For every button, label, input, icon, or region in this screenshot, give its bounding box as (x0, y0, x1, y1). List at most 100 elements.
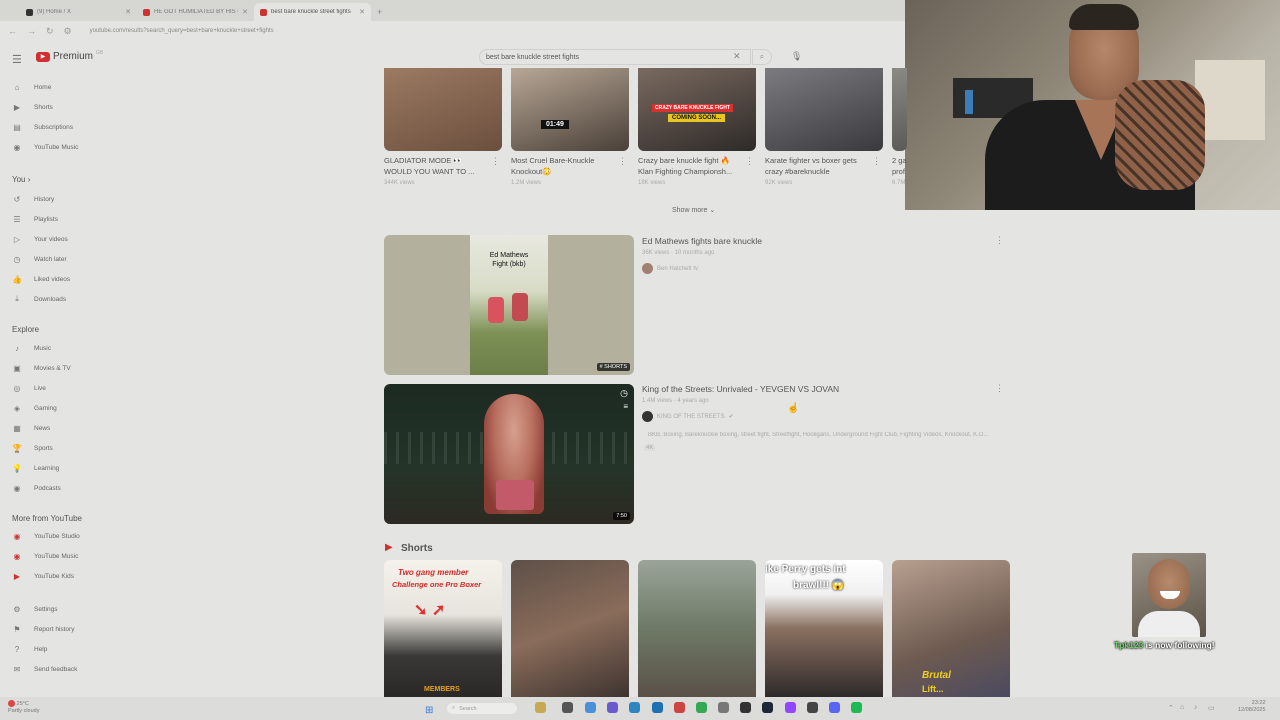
file-explorer-icon[interactable] (535, 702, 546, 713)
weather-widget[interactable]: 25°C Partly cloudy (8, 700, 40, 715)
show-more-button[interactable]: Show more ⌄ (672, 206, 715, 214)
channel-row[interactable]: KING OF THE STREETS ✔ (642, 411, 734, 422)
video-title[interactable]: 2 ga prof (892, 155, 907, 177)
copilot-icon[interactable] (607, 702, 618, 713)
back-icon[interactable]: ← (8, 26, 17, 36)
close-icon[interactable]: ✕ (359, 8, 365, 16)
sidebar-item-playlists[interactable]: ☰ Playlists (12, 212, 57, 226)
sidebar-item-settings[interactable]: ⚙ Settings (12, 602, 57, 616)
battery-icon[interactable]: ▭ (1208, 704, 1215, 712)
sidebar-item-live[interactable]: ◎ Live (12, 381, 46, 395)
url-field[interactable]: youtube.com/results?search_query=best+ba… (90, 28, 274, 34)
sidebar-item-home[interactable]: ⌂ Home (12, 80, 52, 94)
sidebar-item-history[interactable]: ↺ History (12, 192, 55, 206)
sidebar-item-youtube-music[interactable]: ◉ YouTube Music (12, 549, 79, 563)
sidebar-item-label: Sports (34, 444, 53, 452)
video-thumbnail[interactable]: ◷ ≡ 7:50 (384, 384, 634, 524)
sidebar-item-youtube-kids[interactable]: ▶ YouTube Kids (12, 569, 74, 583)
video-thumbnail[interactable]: CRAZY BARE KNUCKLE FIGHT COMING SOON... (638, 68, 756, 151)
hamburger-menu-icon[interactable]: ☰ (12, 53, 22, 66)
search-input[interactable]: best bare knuckle street fights (479, 49, 751, 65)
channel-row[interactable]: Ben Hatchett tv (642, 263, 698, 274)
more-options-icon[interactable]: ⋮ (995, 235, 1004, 246)
shorts-thumbnail[interactable]: ike Perry gets int brawl!!! 😱 (765, 560, 883, 697)
reload-icon[interactable]: ↻ (46, 26, 54, 37)
shorts-thumbnail[interactable] (511, 560, 629, 697)
photos-icon[interactable] (585, 702, 596, 713)
movies-icon: ▣ (13, 363, 21, 373)
windows-start-icon[interactable]: ⊞ (425, 705, 433, 716)
network-icon[interactable]: ⌂ (1180, 704, 1184, 711)
sidebar-item-liked-videos[interactable]: 👍 Liked videos (12, 272, 70, 286)
windows-taskbar: 25°C Partly cloudy (0, 697, 1280, 720)
microphone-icon[interactable]: 🎙 (791, 51, 802, 62)
store-icon[interactable] (674, 702, 685, 713)
search-button[interactable]: ⌕ (752, 49, 772, 65)
add-to-queue-icon[interactable]: ≡ (623, 402, 628, 411)
video-title[interactable]: Ed Mathews fights bare knuckle (642, 236, 762, 247)
twitch-icon[interactable] (785, 702, 796, 713)
video-title[interactable]: Karate fighter vs boxer gets crazy #barek… (765, 155, 870, 177)
browser-tab[interactable]: (9) Home / X ✕ (20, 3, 137, 21)
sidebar-item-youtube-music[interactable]: ◉ YouTube Music (12, 140, 79, 154)
task-view-icon[interactable] (562, 702, 573, 713)
edge-icon[interactable] (629, 702, 640, 713)
sidebar-item-subscriptions[interactable]: ▤ Subscriptions (12, 120, 73, 134)
sidebar-item-report-history[interactable]: ⚑ Report history (12, 622, 74, 636)
more-options-icon[interactable]: ⋮ (995, 383, 1004, 394)
taskbar-search[interactable]: ⌕ Search (447, 703, 517, 714)
close-icon[interactable]: ✕ (242, 8, 248, 16)
settings-icon[interactable] (718, 702, 729, 713)
video-thumbnail[interactable]: 01:49 (511, 68, 629, 151)
chevron-up-icon[interactable]: ⌃ (1168, 704, 1174, 712)
youtube-logo[interactable]: ▶ Premium GB (36, 50, 103, 62)
video-title[interactable]: Crazy bare knuckle fight 🔥 Klan Fighting … (638, 155, 743, 177)
watch-later-icon[interactable]: ◷ (620, 388, 628, 399)
new-tab-button[interactable]: + (377, 7, 382, 17)
volume-icon[interactable]: ♪ (1194, 704, 1198, 711)
outlook-icon[interactable] (652, 702, 663, 713)
sidebar-item-gaming[interactable]: ◈ Gaming (12, 401, 57, 415)
sidebar-item-send-feedback[interactable]: ✉ Send feedback (12, 662, 78, 676)
more-options-icon[interactable]: ⋮ (491, 156, 500, 167)
site-info-icon[interactable]: ⚙ (64, 26, 72, 37)
terminal-icon[interactable] (740, 702, 751, 713)
sidebar-item-learning[interactable]: 💡 Learning (12, 461, 59, 475)
video-title[interactable]: GLADIATOR MODE 👀 WOULD YOU WANT TO ... (384, 155, 489, 177)
sidebar-item-movies-tv[interactable]: ▣ Movies & TV (12, 361, 71, 375)
sidebar-item-your-videos[interactable]: ▷ Your videos (12, 232, 68, 246)
video-thumbnail[interactable] (384, 68, 502, 151)
sidebar-item-youtube-studio[interactable]: ◉ YouTube Studio (12, 529, 80, 543)
shorts-thumbnail[interactable]: Brutal Lift... (892, 560, 1010, 697)
more-options-icon[interactable]: ⋮ (872, 156, 881, 167)
discord-icon[interactable] (829, 702, 840, 713)
clear-search-icon[interactable]: ✕ (733, 51, 741, 62)
video-thumbnail[interactable] (892, 68, 907, 151)
sidebar-item-news[interactable]: ▦ News (12, 421, 50, 435)
browser-tab-active[interactable]: best bare knuckle street fights ✕ (254, 3, 371, 21)
shorts-thumbnail[interactable] (638, 560, 756, 697)
video-title[interactable]: Most Cruel Bare-Knuckle Knockout😳 (511, 155, 616, 177)
chrome-icon[interactable] (696, 702, 707, 713)
sidebar-item-watch-later[interactable]: ◷ Watch later (12, 252, 67, 266)
sidebar-item-downloads[interactable]: ⤓ Downloads (12, 292, 66, 306)
browser-tab[interactable]: HE GOT HUMILIATED BY HIS G... ✕ (137, 3, 254, 21)
sidebar-heading-you[interactable]: You › (12, 175, 30, 184)
video-thumbnail[interactable] (765, 68, 883, 151)
sidebar-item-help[interactable]: ? Help (12, 642, 48, 656)
close-icon[interactable]: ✕ (125, 8, 131, 16)
video-title[interactable]: King of the Streets: Unrivaled - YEVGEN … (642, 384, 839, 395)
steam-icon[interactable] (762, 702, 773, 713)
video-thumbnail[interactable]: Ed Mathews Fight (bkb) # SHORTS (384, 235, 634, 375)
shorts-thumbnail[interactable]: Two gang member Challenge one Pro Boxer ME… (384, 560, 502, 697)
sidebar-item-sports[interactable]: 🏆 Sports (12, 441, 53, 455)
sidebar-item-podcasts[interactable]: ◉ Podcasts (12, 481, 61, 495)
sidebar-item-music[interactable]: ♪ Music (12, 341, 51, 355)
more-options-icon[interactable]: ⋮ (745, 156, 754, 167)
obs-icon[interactable] (807, 702, 818, 713)
sidebar-item-shorts[interactable]: ▶ Shorts (12, 100, 53, 114)
spotify-icon[interactable] (851, 702, 862, 713)
forward-icon[interactable]: → (27, 26, 36, 36)
system-clock[interactable]: 23:22 12/08/2025 (1238, 700, 1266, 714)
more-options-icon[interactable]: ⋮ (618, 156, 627, 167)
